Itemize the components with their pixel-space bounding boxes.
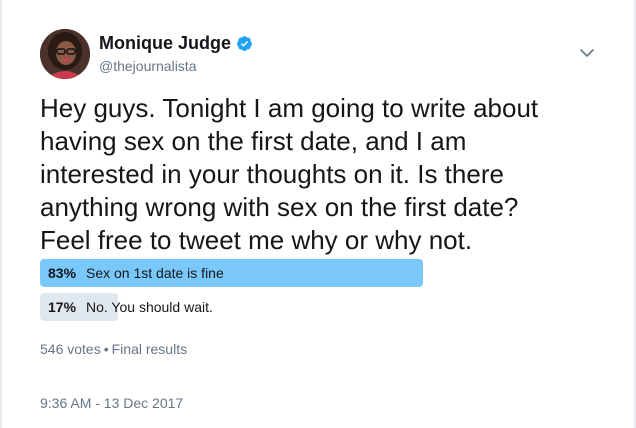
verified-badge-icon [237, 36, 252, 51]
poll-option: 17% No. You should wait. [40, 293, 501, 321]
poll-option-text: Sex on 1st date is fine [86, 265, 224, 281]
author-handle[interactable]: @thejournalista [99, 58, 197, 74]
tweet-text: Hey guys. Tonight I am going to write ab… [40, 93, 539, 255]
poll-percent: 83% [48, 265, 77, 281]
poll: 83% Sex on 1st date is fine 17% No. You sh… [40, 259, 501, 327]
poll-vote-count: 546 votes [40, 341, 101, 357]
author-name[interactable]: Monique Judge [99, 33, 231, 54]
poll-option-text: No. You should wait. [86, 299, 213, 315]
avatar[interactable] [40, 29, 90, 79]
avatar-image [40, 29, 90, 79]
tweet-card: Monique Judge @thejournalista Hey guys. … [0, 0, 636, 428]
tweet-timestamp[interactable]: 9:36 AM - 13 Dec 2017 [40, 395, 183, 411]
poll-option-label-row: 83% Sex on 1st date is fine [48, 259, 224, 287]
poll-meta: 546 votes • Final results [40, 341, 187, 357]
poll-status: Final results [111, 341, 188, 357]
poll-meta-separator: • [103, 341, 109, 357]
author-name-row[interactable]: Monique Judge [99, 33, 253, 54]
poll-option-label-row: 17% No. You should wait. [48, 293, 213, 321]
card-border-left [0, 0, 2, 428]
poll-option: 83% Sex on 1st date is fine [40, 259, 501, 287]
chevron-down-icon[interactable] [578, 44, 596, 62]
poll-percent: 17% [48, 299, 77, 315]
